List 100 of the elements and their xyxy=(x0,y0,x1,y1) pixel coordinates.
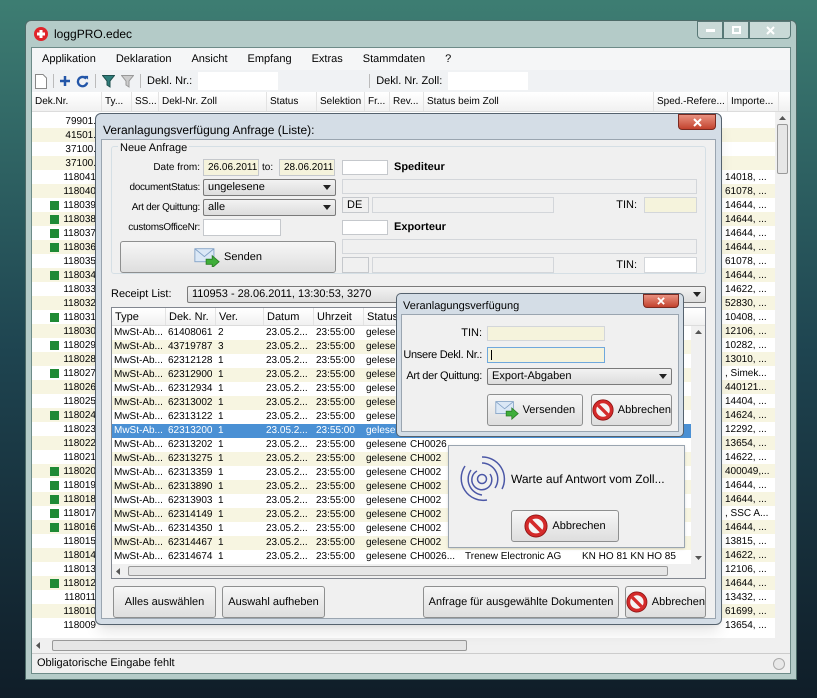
table-cell-text: MwSt-Ab... xyxy=(113,340,164,354)
table-cell-text: 23:55:00 xyxy=(315,368,356,382)
table-cell-text: 62312900 xyxy=(167,368,214,382)
table-cell-text: gelesene xyxy=(365,522,408,536)
table-cell-text: 1 xyxy=(217,396,225,410)
table-cell-text: 62314149 xyxy=(167,508,214,522)
label: Art der Quittung: xyxy=(130,201,200,215)
table-cell-text: 23:55:00 xyxy=(315,438,356,452)
table-cell-text: 14644, ... xyxy=(724,492,768,506)
table-cell-text: 13815, ... xyxy=(724,534,768,548)
field-label: Dekl. Nr. Zoll: xyxy=(376,74,442,89)
table-cell-text: 118010 xyxy=(63,604,96,618)
table-cell-text: 14644, ... xyxy=(724,520,768,534)
table-cell-text: gelese xyxy=(365,396,396,410)
table-cell-text: 23:55:00 xyxy=(315,410,356,424)
table-cell-text: 118029 xyxy=(63,338,96,352)
label: Date from: xyxy=(152,161,200,175)
dialog-title: Veranlagungsverfügung Anfrage (Liste): xyxy=(102,122,314,139)
table-cell-text: 23:55:00 xyxy=(315,536,356,550)
table-cell-text: gelesene xyxy=(365,452,408,466)
table-cell-text: gelese xyxy=(365,410,396,424)
table-cell-text: gelese xyxy=(365,424,396,438)
table-cell-text: 118027 xyxy=(63,366,96,380)
table-cell-text: 23:55:00 xyxy=(315,326,356,340)
table-cell-text: 23.05.2... xyxy=(265,410,309,424)
table-cell-text: 62313122 xyxy=(167,410,214,424)
table-cell-text: MwSt-Ab... xyxy=(113,522,164,536)
table-cell-text: gelesene xyxy=(365,536,408,550)
table-cell-text: 23.05.2... xyxy=(265,354,309,368)
table-cell-text: gelese xyxy=(365,326,396,340)
table-cell-text: 14622, ... xyxy=(724,450,768,464)
table-cell-text: CH0026 xyxy=(409,438,448,452)
table-cell-text: 118030 xyxy=(63,324,96,338)
table-cell-text: 62313275 xyxy=(167,452,214,466)
section-title: Exporteur xyxy=(394,220,446,235)
table-cell-text: 23.05.2... xyxy=(265,382,309,396)
table-cell-text: 62314350 xyxy=(167,522,214,536)
table-cell-text: 23:55:00 xyxy=(315,382,356,396)
table-cell-text: 118035 xyxy=(63,254,96,268)
table-cell-text: gelese xyxy=(365,354,396,368)
table-cell-text: 23.05.2... xyxy=(265,522,309,536)
table-cell-text: gelesene xyxy=(365,438,408,452)
table-cell-text: 2 xyxy=(217,326,225,340)
table-cell-text: 23.05.2... xyxy=(265,466,309,480)
table-cell-text: 14404, ... xyxy=(724,394,768,408)
table-cell-text: gelesene xyxy=(365,466,408,480)
window-title: loggPRO.edec xyxy=(54,26,132,43)
table-cell-text: 118041 xyxy=(63,170,96,184)
table-cell-text: 118026 xyxy=(63,380,96,394)
table-cell-text: 41501. xyxy=(65,128,96,142)
table-cell-text: MwSt-Ab... xyxy=(113,354,164,368)
table-cell-text: 118025 xyxy=(63,394,96,408)
table-cell-text: 23.05.2... xyxy=(265,424,309,438)
table-cell-text: 1 xyxy=(217,368,225,382)
table-cell-text: 1 xyxy=(217,550,225,564)
table-cell-text: 118031 xyxy=(63,310,96,324)
table-cell-text: 14622, ... xyxy=(724,282,768,296)
table-cell-text: 43719787 xyxy=(167,340,214,354)
label: TIN: xyxy=(616,258,637,272)
table-cell-text: 118011 xyxy=(64,590,96,604)
table-cell-text: 118021 xyxy=(63,450,96,464)
table-cell-text: 1 xyxy=(217,424,225,438)
table-cell-text: gelesene xyxy=(365,550,408,564)
table-cell-text: 1 xyxy=(217,466,225,480)
table-cell-text: 1 xyxy=(217,522,225,536)
table-cell-text: 14644, ... xyxy=(724,226,768,240)
table-cell-text: MwSt-Ab... xyxy=(113,382,164,396)
table-cell-text: 118015 xyxy=(63,534,96,548)
table-cell-text: 23.05.2... xyxy=(265,550,309,564)
table-cell-text: gelesene xyxy=(365,494,408,508)
table-cell-text: 61408061 xyxy=(167,326,214,340)
table-cell-text: 23:55:00 xyxy=(315,508,356,522)
table-cell-text: 13654, ... xyxy=(724,618,768,632)
table-cell-text: 1 xyxy=(217,382,225,396)
table-cell-text: 23.05.2... xyxy=(265,438,309,452)
table-cell-text: CH002 xyxy=(409,466,442,480)
table-cell-text: CH0026... xyxy=(409,550,456,564)
table-cell-text: 52830, ... xyxy=(724,296,768,310)
table-cell-text: 118032 xyxy=(63,296,96,310)
table-cell-text: CH002 xyxy=(409,508,442,522)
table-cell-text: 14644, ... xyxy=(724,212,768,226)
table-cell-text: 62313359 xyxy=(167,466,214,480)
table-cell-text: CH002 xyxy=(409,536,442,550)
table-cell-text: 14644, ... xyxy=(724,240,768,254)
table-cell-text: MwSt-Ab... xyxy=(113,508,164,522)
table-cell-text: , Simek... xyxy=(724,366,768,380)
table-cell-text: MwSt-Ab... xyxy=(113,438,164,452)
table-cell-text: 1 xyxy=(217,354,225,368)
table-cell-text: MwSt-Ab... xyxy=(113,424,164,438)
label: TIN: xyxy=(460,326,482,341)
table-cell-text: KN HO 81 KN HO 85 xyxy=(581,550,677,564)
table-cell-text: 118028 xyxy=(63,352,96,366)
table-cell-text: 118024 xyxy=(63,408,96,422)
label: Art der Quittung: xyxy=(405,369,482,384)
table-cell-text: 13010, ... xyxy=(724,352,768,366)
table-cell-text: 23.05.2... xyxy=(265,452,309,466)
table-cell-text: 23.05.2... xyxy=(265,326,309,340)
table-cell-text: 62313890 xyxy=(167,480,214,494)
table-cell-text: 23:55:00 xyxy=(315,550,356,564)
group-title: Neue Anfrage xyxy=(118,140,190,156)
